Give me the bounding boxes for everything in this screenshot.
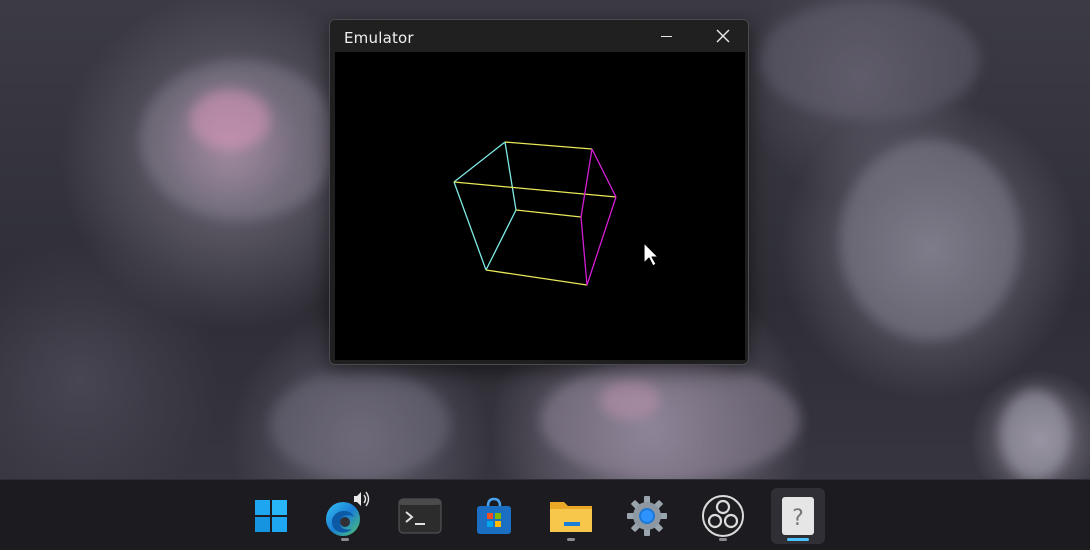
emulator-window[interactable]: Emulator [329, 19, 749, 365]
start-button[interactable] [244, 488, 298, 544]
wallpaper-flower [190, 90, 270, 150]
window-titlebar[interactable]: Emulator [330, 20, 748, 52]
emulator-canvas[interactable] [335, 52, 745, 360]
window-title: Emulator [344, 29, 414, 47]
wallpaper-flower [540, 360, 800, 480]
taskbar-app-file-explorer[interactable] [544, 488, 598, 544]
taskbar-app-obs[interactable] [696, 488, 750, 544]
running-indicator [341, 538, 349, 541]
running-indicator [567, 538, 575, 541]
focused-indicator [787, 538, 809, 541]
taskbar: ? [0, 479, 1090, 550]
speaker-icon [354, 491, 370, 507]
wallpaper-flower [840, 140, 1020, 340]
running-indicator [719, 538, 727, 541]
minimize-button[interactable] [643, 20, 689, 52]
taskbar-app-terminal[interactable] [393, 488, 447, 544]
wireframe-cube [453, 141, 659, 286]
minimize-icon [660, 35, 672, 37]
mouse-cursor-icon [643, 242, 659, 267]
taskbar-app-settings[interactable] [620, 488, 674, 544]
unknown-app-icon: ? [782, 497, 814, 535]
wallpaper-flower [600, 380, 660, 420]
taskbar-app-edge[interactable] [318, 488, 372, 544]
taskbar-app-store[interactable] [467, 488, 521, 544]
close-icon [716, 29, 730, 43]
settings-gear-icon [627, 496, 667, 536]
terminal-icon [398, 498, 442, 534]
file-explorer-icon [550, 502, 592, 532]
windows-start-icon [255, 500, 287, 532]
close-button[interactable] [700, 20, 746, 52]
svg-text:?: ? [792, 506, 804, 531]
wallpaper-flower [1000, 390, 1070, 480]
taskbar-app-unknown[interactable]: ? [771, 488, 825, 544]
obs-studio-icon [702, 495, 744, 537]
microsoft-store-icon [477, 497, 511, 534]
wallpaper-flower [760, 0, 980, 120]
wallpaper-flower [270, 370, 450, 480]
